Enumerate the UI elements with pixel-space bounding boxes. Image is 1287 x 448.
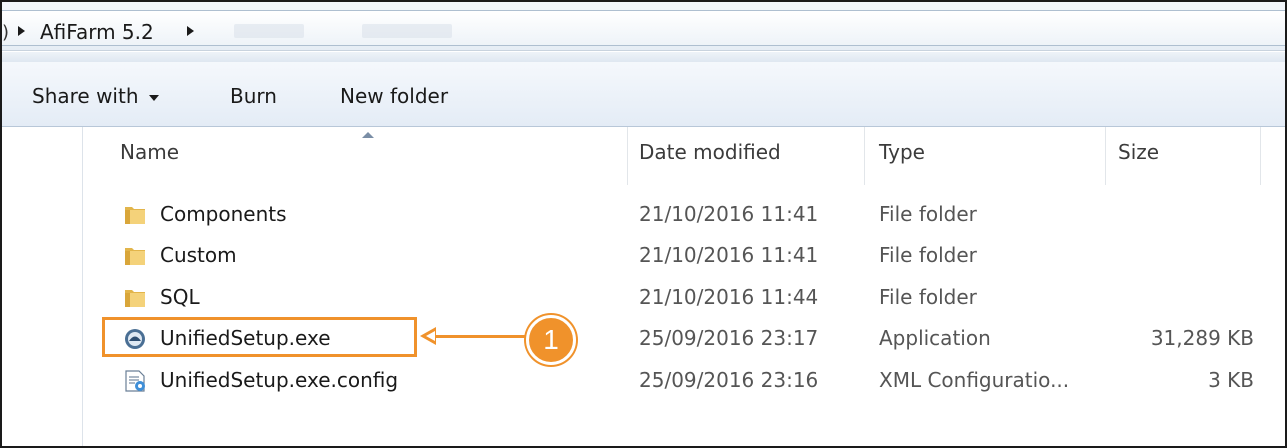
arrow-head-inner xyxy=(426,331,435,341)
share-with-button[interactable]: Share with xyxy=(32,84,159,108)
navigation-pane[interactable] xyxy=(2,127,83,446)
callout-arrow-line xyxy=(434,335,527,338)
folder-icon xyxy=(125,248,145,265)
file-size: 31,289 KB xyxy=(1150,326,1254,350)
step-number-badge: 1 xyxy=(526,315,576,365)
column-divider[interactable] xyxy=(1260,127,1261,185)
column-header-size[interactable]: Size xyxy=(1118,140,1159,164)
new-folder-button[interactable]: New folder xyxy=(340,84,448,108)
folder-icon xyxy=(125,290,145,307)
file-date: 21/10/2016 11:44 xyxy=(639,285,819,309)
column-divider[interactable] xyxy=(1105,127,1106,185)
file-date: 25/09/2016 23:16 xyxy=(639,368,819,392)
file-name: SQL xyxy=(160,285,200,309)
file-row[interactable]: Custom 21/10/2016 11:41 File folder xyxy=(102,235,1272,275)
burn-button[interactable]: Burn xyxy=(230,84,277,108)
breadcrumb-chevron-icon[interactable] xyxy=(187,26,194,36)
breadcrumb-chevron-icon[interactable] xyxy=(18,26,25,36)
file-row[interactable]: SQL 21/10/2016 11:44 File folder xyxy=(102,277,1272,317)
file-name: Components xyxy=(160,202,287,226)
address-bar: ) AfiFarm 5.2 xyxy=(2,2,1285,51)
file-row[interactable]: UnifiedSetup.exe.config 25/09/2016 23:16… xyxy=(102,360,1272,400)
column-header-type[interactable]: Type xyxy=(879,140,925,164)
column-header-date[interactable]: Date modified xyxy=(639,140,781,164)
command-bar: Share with Burn New folder xyxy=(2,62,1285,127)
column-header-name[interactable]: Name xyxy=(120,140,179,164)
file-date: 21/10/2016 11:41 xyxy=(639,243,819,267)
breadcrumb-item-afifarm[interactable]: AfiFarm 5.2 xyxy=(40,20,154,44)
file-type: File folder xyxy=(879,202,977,226)
file-name: Custom xyxy=(160,243,237,267)
file-date: 21/10/2016 11:41 xyxy=(639,202,819,226)
config-file-icon xyxy=(125,370,145,392)
folder-icon xyxy=(125,207,145,224)
share-with-label: Share with xyxy=(32,84,139,108)
address-separator xyxy=(2,52,1285,62)
file-name: UnifiedSetup.exe.config xyxy=(160,368,399,392)
column-divider[interactable] xyxy=(627,127,628,185)
file-type: File folder xyxy=(879,285,977,309)
column-divider[interactable] xyxy=(864,127,865,185)
file-date: 25/09/2016 23:17 xyxy=(639,326,819,350)
breadcrumb-edge: ) xyxy=(2,22,10,43)
file-type: XML Configuratio... xyxy=(879,368,1070,392)
file-size: 3 KB xyxy=(1208,368,1254,392)
sort-ascending-icon xyxy=(362,132,374,138)
file-type: File folder xyxy=(879,243,977,267)
highlight-box xyxy=(102,317,417,357)
blurred-background xyxy=(234,24,304,38)
file-row[interactable]: Components 21/10/2016 11:41 File folder xyxy=(102,194,1272,234)
explorer-window: ) AfiFarm 5.2 Share with Burn New folder… xyxy=(0,0,1287,448)
file-type: Application xyxy=(879,326,991,350)
breadcrumb[interactable]: ) AfiFarm 5.2 xyxy=(2,10,1285,46)
chevron-down-icon xyxy=(148,94,159,101)
blurred-background xyxy=(362,24,452,38)
